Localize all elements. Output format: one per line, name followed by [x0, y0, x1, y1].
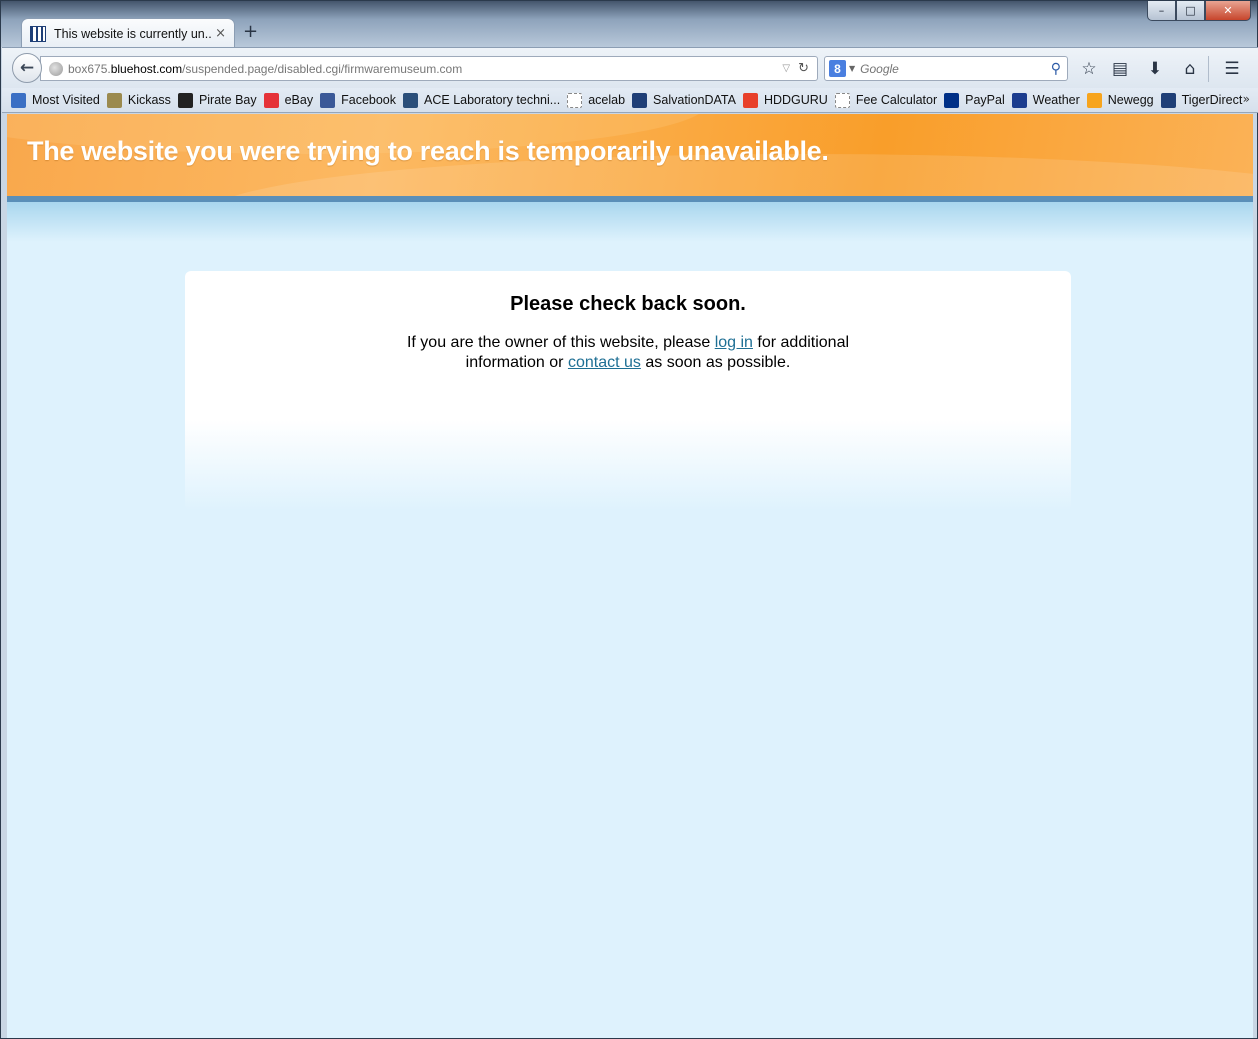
bookmark-item[interactable]: acelab — [567, 92, 626, 108]
browser-window: – □ ✕ This website is currently un... × … — [0, 0, 1258, 1039]
url-bar[interactable]: box675.bluehost.com/suspended.page/disab… — [40, 56, 818, 81]
tab-active[interactable]: This website is currently un... × — [21, 18, 235, 48]
close-window-button[interactable]: ✕ — [1205, 1, 1251, 21]
home-icon[interactable]: ⌂ — [1178, 57, 1202, 81]
bookmark-item[interactable]: PayPal — [944, 92, 1005, 108]
menu-icon[interactable]: ☰ — [1220, 57, 1244, 81]
new-tab-button[interactable]: + — [243, 21, 258, 42]
pirate-bay-icon — [177, 92, 193, 108]
ace-lab-icon — [403, 92, 419, 108]
star-icon[interactable]: ☆ — [1077, 57, 1101, 81]
reading-list-icon[interactable]: ▤ — [1108, 57, 1132, 81]
kickass-icon — [106, 92, 122, 108]
bookmark-item[interactable]: Facebook — [320, 92, 397, 108]
bookmark-label: eBay — [284, 93, 314, 107]
search-icon[interactable]: ⚲ — [1051, 61, 1061, 77]
tigerdirect-icon — [1160, 92, 1176, 108]
url-host: bluehost.com — [110, 61, 183, 76]
blank-page-icon — [567, 92, 583, 108]
globe-icon[interactable] — [49, 61, 63, 76]
bookmark-label: Fee Calculator — [855, 93, 938, 107]
body-text-1: If you are the owner of this website, pl… — [406, 334, 711, 351]
minimize-button[interactable]: – — [1147, 1, 1176, 21]
bookmark-label: Facebook — [341, 93, 397, 107]
back-arrow-icon[interactable]: ← — [12, 53, 42, 83]
banner-title: The website you were trying to reach is … — [27, 136, 829, 166]
bookmark-label: ACE Laboratory techni... — [424, 93, 561, 107]
bookmark-item[interactable]: Most Visited — [11, 92, 100, 108]
search-bar[interactable]: 8 ▼ ⚲ — [824, 56, 1068, 81]
bookmark-item[interactable]: Fee Calculator — [834, 92, 938, 108]
bookmark-label: TigerDirect — [1181, 93, 1243, 107]
blank-page-icon — [834, 92, 850, 108]
google-icon[interactable]: 8 — [829, 60, 846, 77]
bookmark-label: PayPal — [965, 93, 1005, 107]
bookmark-label: Weather — [1032, 93, 1080, 107]
site-favicon-icon — [30, 25, 46, 42]
card-heading: Please check back soon. — [510, 293, 746, 315]
bookmark-item[interactable]: HDDGURU — [742, 92, 828, 108]
message-card: Please check back soon. If you are the o… — [185, 271, 1071, 511]
bookmark-label: HDDGURU — [763, 93, 828, 107]
facebook-icon — [320, 92, 336, 108]
hddguru-icon — [742, 92, 758, 108]
bookmark-item[interactable]: ACE Laboratory techni... — [403, 92, 561, 108]
login-link[interactable]: log in — [715, 334, 753, 351]
bookmarks-list: Most Visited Kickass Pirate Bay eBay Faceboo… — [11, 92, 1249, 108]
bookmark-item[interactable]: Weather — [1011, 92, 1080, 108]
contact-us-link[interactable]: contact us — [568, 354, 641, 371]
ebay-icon — [263, 92, 279, 108]
page-viewport: The website you were trying to reach is … — [7, 114, 1253, 1038]
bookmarks-toolbar: Most Visited Kickass Pirate Bay eBay Faceboo… — [2, 88, 1258, 113]
paypal-icon — [944, 92, 960, 108]
bookmark-item[interactable]: Kickass — [106, 92, 171, 108]
bookmark-label: Most Visited — [32, 93, 100, 107]
reload-icon[interactable]: ↻ — [798, 61, 809, 76]
download-icon[interactable]: ⬇ — [1143, 57, 1167, 81]
window-controls: – □ ✕ — [1147, 1, 1251, 21]
url-text[interactable]: box675.bluehost.com/suspended.page/disab… — [68, 62, 782, 76]
bookmark-item[interactable]: Pirate Bay — [177, 92, 257, 108]
most-visited-icon — [11, 92, 26, 108]
url-prefix: box675. — [68, 61, 111, 76]
search-engine-dropdown-icon[interactable]: ▼ — [849, 64, 855, 73]
newegg-icon — [1086, 92, 1102, 108]
tab-close-icon[interactable]: × — [215, 26, 226, 41]
body-text-3: as soon as possible. — [645, 354, 791, 371]
banner: The website you were trying to reach is … — [7, 114, 1253, 196]
bookmark-item[interactable]: TigerDirect — [1160, 92, 1243, 108]
search-input[interactable] — [860, 61, 1051, 76]
bookmark-label: Newegg — [1107, 93, 1154, 107]
maximize-button[interactable]: □ — [1176, 1, 1205, 21]
card-body: If you are the owner of this website, pl… — [395, 333, 861, 373]
bookmark-item[interactable]: SalvationDATA — [632, 92, 736, 108]
url-path: /suspended.page/disabled.cgi/firmwaremus… — [182, 61, 463, 76]
bookmark-label: Kickass — [127, 93, 171, 107]
bookmark-label: Pirate Bay — [198, 93, 257, 107]
navigation-toolbar: box675.bluehost.com/suspended.page/disab… — [2, 47, 1258, 88]
banner-shadow — [7, 202, 1253, 242]
salvationdata-icon — [632, 92, 648, 108]
weather-icon — [1011, 92, 1027, 108]
bookmark-label: acelab — [588, 93, 626, 107]
bookmark-item[interactable]: eBay — [263, 92, 314, 108]
bookmark-item[interactable]: Newegg — [1086, 92, 1154, 108]
tab-title: This website is currently un... — [54, 26, 212, 41]
bookmark-label: SalvationDATA — [653, 93, 736, 107]
bookmarks-overflow-icon[interactable]: » — [1243, 92, 1250, 106]
url-history-dropdown-icon[interactable]: ▽ — [782, 63, 790, 74]
toolbar-separator — [1208, 56, 1209, 82]
